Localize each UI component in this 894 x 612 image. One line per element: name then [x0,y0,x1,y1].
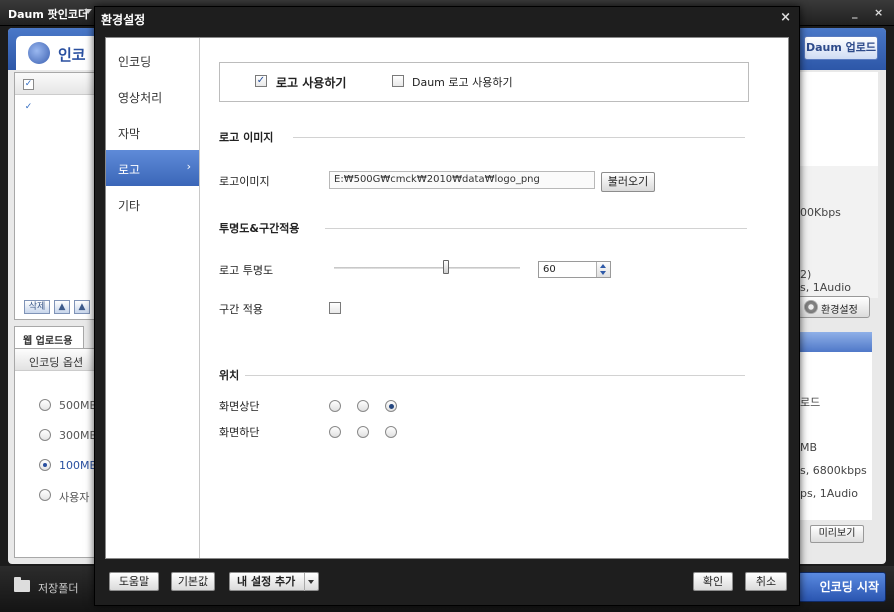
nav-item-subtitle[interactable]: 자막 [106,114,199,150]
logo-usage-box: ✓ 로고 사용하기 Daum 로고 사용하기 [219,62,749,102]
move-up-icon[interactable]: ▲ [54,300,70,314]
section-divider [325,228,747,229]
audio-track-text: ps, 1Audio [800,487,858,500]
file-row-checkbox[interactable]: ✓ [23,103,34,114]
select-all-checkbox[interactable]: ✓ [23,79,34,90]
nav-item-video-processing[interactable]: 영상처리 [106,78,199,114]
app-menu-dropdown-icon[interactable] [84,9,92,14]
encoding-options-head: 인코딩 옵션 [15,349,95,371]
option-label-500mb: 500MB [59,399,98,412]
file-list-header: ✓ [15,73,95,95]
logo-image-section-title: 로고 이미지 [219,131,274,144]
logo-image-label: 로고이미지 [219,175,270,188]
app-close-button[interactable]: × [874,6,883,19]
cancel-button[interactable]: 취소 [745,572,787,591]
ok-button[interactable]: 확인 [693,572,733,591]
option-radio-500mb[interactable] [39,399,51,411]
nav-item-etc[interactable]: 기타 [106,186,199,222]
film-reel-icon [28,42,50,64]
use-logo-checkbox[interactable]: ✓ [255,75,267,87]
nav-item-encoding[interactable]: 인코딩 [106,42,199,78]
nav-item-label: 기타 [118,199,141,213]
app-encoder-tab[interactable]: 인코 [16,36,106,70]
default-button[interactable]: 기본값 [171,572,215,591]
help-button[interactable]: 도움말 [109,572,159,591]
position-bottom-center-radio[interactable] [357,426,369,438]
spinner-buttons [596,262,610,277]
position-bottom-right-radio[interactable] [385,426,397,438]
position-top-center-radio[interactable] [357,400,369,412]
section-divider [245,375,745,376]
close-icon[interactable]: × [780,10,791,25]
env-settings-button[interactable]: 환경설정 [798,296,870,318]
transparency-spinner[interactable]: 60 [538,261,611,278]
position-bottom-label: 화면하단 [219,426,260,439]
folder-icon[interactable] [14,577,30,592]
range-apply-checkbox[interactable] [329,302,341,314]
logo-path-field[interactable]: E:₩500G₩cmck₩2010₩data₩logo_png [329,171,595,189]
transparency-slider-track[interactable] [334,267,520,269]
preview-button[interactable]: 미리보기 [810,525,864,543]
spin-up-icon[interactable] [600,264,606,268]
video-bitrate-text: s, 6800kbps [800,464,867,477]
size-text: MB [800,441,818,454]
option-radio-custom[interactable] [39,489,51,501]
audio-text: s, 1Audio [800,281,851,294]
app-encoder-tab-label: 인코 [58,46,86,64]
nav-item-label: 인코딩 [118,55,152,69]
spin-down-icon[interactable] [600,271,606,275]
transparency-section-title: 투명도&구간적용 [219,222,300,235]
position-top-left-radio[interactable] [329,400,341,412]
delete-button[interactable]: 삭제 [24,300,50,314]
transparency-value[interactable]: 60 [543,264,556,275]
add-my-setting-label: 내 설정 추가 [237,575,296,588]
bitrate-text: 00Kbps [800,206,841,219]
position-section-title: 위치 [219,369,240,382]
use-logo-label: 로고 사용하기 [276,76,347,90]
app-minimize-button[interactable]: _ [852,6,858,19]
move-top-icon[interactable]: ▲ [74,300,90,314]
upload-text: 로드 [800,396,821,409]
output-info-head [790,332,872,352]
option-radio-100mb[interactable] [39,459,51,471]
load-button[interactable]: 불러오기 [601,172,655,192]
section-divider [293,137,745,138]
save-folder-label[interactable]: 저장폴더 [38,580,78,596]
use-daum-logo-checkbox[interactable] [392,75,404,87]
position-top-right-radio[interactable] [385,400,397,412]
nav-item-label: 영상처리 [118,91,163,105]
settings-dialog: 환경설정 × 인코딩 영상처리 자막 로고 › 기타 ✓ 로고 사용하기 Dau… [94,6,800,606]
add-my-setting-button[interactable]: 내 설정 추가 [229,572,319,591]
video-info-panel [798,166,878,242]
encoding-options-panel: 인코딩 옵션 500MB 300MB 100MB 사용자 [14,348,98,558]
channel-text: 2) [800,268,812,281]
range-apply-label: 구간 적용 [219,303,263,316]
gear-icon [804,300,818,314]
web-upload-tab[interactable]: 웹 업로드용 [14,326,84,348]
transparency-slider-thumb[interactable] [442,260,449,274]
position-top-label: 화면상단 [219,400,260,413]
file-info-panel [798,72,878,166]
env-settings-label: 환경설정 [821,305,858,316]
logo-settings-content: ✓ 로고 사용하기 Daum 로고 사용하기 로고 이미지 로고이미지 E:₩5… [201,38,788,558]
file-list: ✓ ✓ [14,72,96,320]
app-title: Daum 팟인코더 [8,8,89,21]
transparency-label: 로고 투명도 [219,264,274,277]
position-bottom-left-radio[interactable] [329,426,341,438]
option-radio-300mb[interactable] [39,429,51,441]
use-daum-logo-label: Daum 로고 사용하기 [412,76,513,89]
nav-item-label: 자막 [118,127,141,141]
start-encoding-button[interactable]: 인코딩 시작 [798,572,886,602]
daum-upload-button[interactable]: Daum 업로드 [804,36,878,60]
nav-item-logo[interactable]: 로고 › [106,150,199,186]
chevron-right-icon: › [186,160,191,173]
option-label-100mb: 100MB [59,459,98,472]
dialog-body: 인코딩 영상처리 자막 로고 › 기타 ✓ 로고 사용하기 Daum 로고 사용… [105,37,789,559]
chevron-down-icon[interactable] [304,573,318,591]
option-label-300mb: 300MB [59,429,98,442]
settings-nav: 인코딩 영상처리 자막 로고 › 기타 [106,38,200,558]
nav-item-label: 로고 [118,163,141,177]
option-label-custom: 사용자 [59,491,90,504]
dialog-title: 환경설정 [101,13,146,27]
